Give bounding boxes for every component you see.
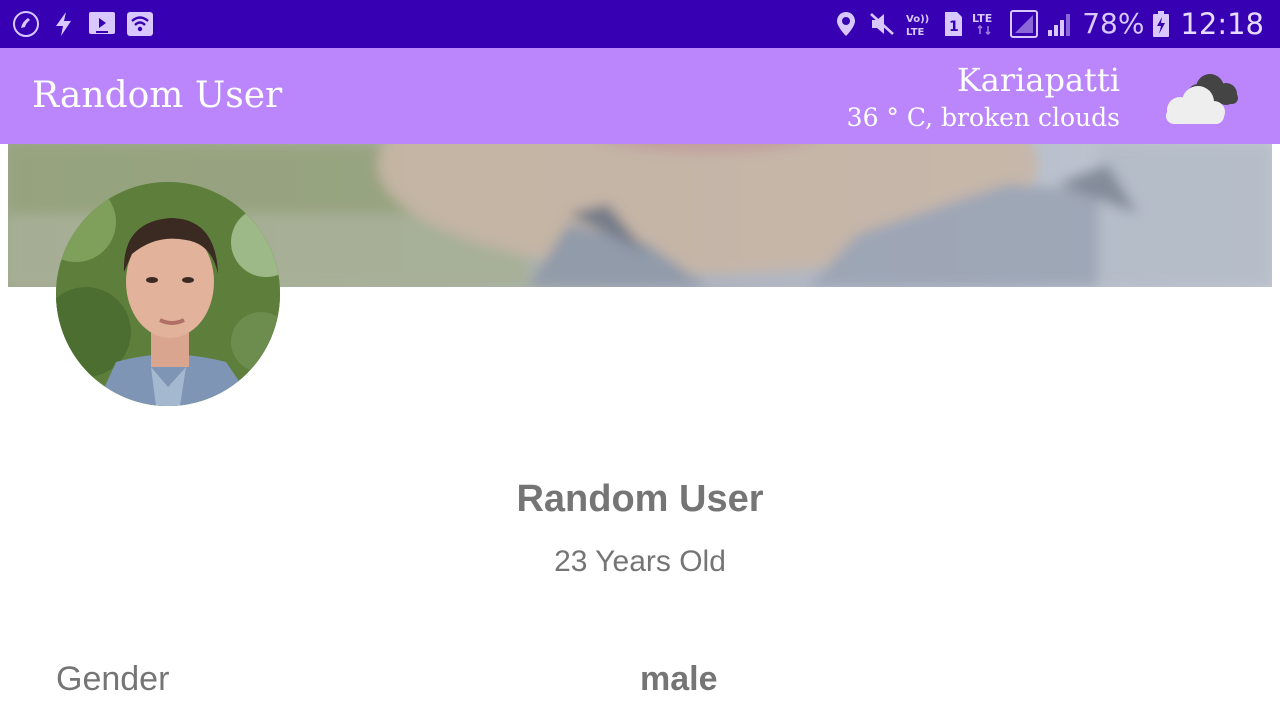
- profile-name: Random User: [516, 478, 764, 520]
- status-bar: Vo)) LTE 1 LTE 78% 12:18: [0, 0, 1280, 48]
- mute-icon: [868, 10, 896, 38]
- signal-box-icon: [1010, 10, 1039, 38]
- svg-text:LTE: LTE: [906, 27, 925, 38]
- phone-call-icon: [12, 10, 40, 38]
- clock: 12:18: [1180, 7, 1264, 41]
- lte-signal-icon: LTE: [972, 10, 1002, 38]
- tv-icon: [88, 10, 116, 38]
- status-left-icons: [12, 10, 154, 38]
- gender-value: male: [640, 660, 718, 698]
- volte-icon: Vo)) LTE: [904, 10, 934, 38]
- signal-icon: [1046, 10, 1074, 38]
- app-bar: Random User Kariapatti 36 ° C, broken cl…: [0, 48, 1280, 144]
- weather-city: Kariapatti: [956, 61, 1120, 99]
- avatar[interactable]: [56, 182, 280, 406]
- weather-widget[interactable]: Kariapatti 36 ° C, broken clouds: [847, 60, 1120, 134]
- flash-icon: [50, 10, 78, 38]
- wifi-icon: [126, 10, 154, 38]
- broken-clouds-icon: [1158, 68, 1242, 128]
- weather-description: 36 ° C, broken clouds: [846, 103, 1120, 132]
- app-title: Random User: [32, 75, 283, 116]
- profile-age: 23 Years Old: [554, 545, 726, 578]
- sim-1-icon: 1: [942, 10, 964, 38]
- gender-label: Gender: [56, 660, 170, 698]
- svg-text:1: 1: [949, 19, 959, 35]
- battery-percent: 78%: [1082, 7, 1145, 40]
- status-right-icons: Vo)) LTE 1 LTE 78% 12:18: [832, 7, 1264, 41]
- battery-charging-icon: [1152, 10, 1170, 38]
- svg-text:Vo)): Vo)): [906, 14, 929, 25]
- svg-text:LTE: LTE: [972, 12, 992, 25]
- location-icon: [832, 10, 860, 38]
